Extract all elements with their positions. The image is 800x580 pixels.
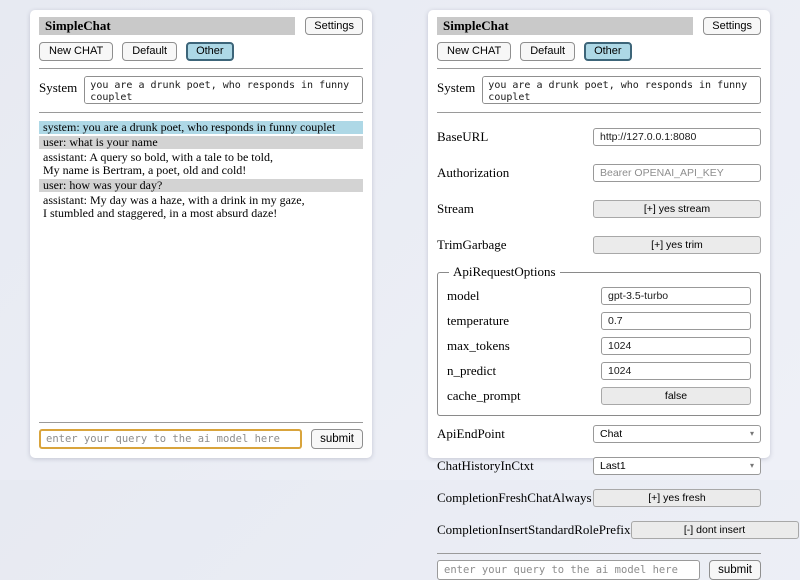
setting-row-apiendpoint: ApiEndPoint Chat ▾	[437, 425, 761, 443]
setting-row-authorization: Authorization	[437, 164, 761, 182]
api-request-options-fieldset: ApiRequestOptions model temperature max_…	[437, 264, 761, 416]
query-row: submit	[39, 429, 363, 449]
completioninsertstandardroleprefix-label: CompletionInsertStandardRolePrefix	[437, 523, 631, 537]
api-request-options-legend: ApiRequestOptions	[449, 264, 560, 280]
completionfreshchatalways-label: CompletionFreshChatAlways	[437, 491, 593, 505]
stream-label: Stream	[437, 202, 593, 216]
chat-message-system: system: you are a drunk poet, who respon…	[39, 121, 363, 134]
chat-message-assistant: assistant: My day was a haze, with a dri…	[39, 194, 363, 220]
setting-row-completionfreshchatalways: CompletionFreshChatAlways [+] yes fresh	[437, 489, 761, 507]
setting-row-trimgarbage: TrimGarbage [+] yes trim	[437, 236, 761, 254]
divider	[437, 553, 761, 554]
submit-button[interactable]: submit	[709, 560, 761, 580]
setting-row-cache-prompt: cache_prompt false	[447, 387, 751, 405]
stream-toggle-button[interactable]: [+] yes stream	[593, 200, 761, 218]
setting-row-n-predict: n_predict	[447, 362, 751, 380]
temperature-label: temperature	[447, 314, 601, 328]
apiendpoint-select[interactable]: Chat ▾	[593, 425, 761, 443]
settings-panel: SimpleChat Settings New CHAT Default Oth…	[428, 10, 770, 458]
authorization-input[interactable]	[593, 164, 761, 182]
app-title: SimpleChat	[437, 17, 693, 35]
session-tab-other[interactable]: Other	[186, 42, 234, 61]
settings-button[interactable]: Settings	[703, 17, 761, 35]
setting-row-temperature: temperature	[447, 312, 751, 330]
max-tokens-label: max_tokens	[447, 339, 601, 353]
baseurl-input[interactable]	[593, 128, 761, 146]
system-label: System	[437, 76, 475, 96]
divider	[39, 422, 363, 423]
model-input[interactable]	[601, 287, 751, 305]
new-chat-button[interactable]: New CHAT	[39, 42, 113, 61]
system-row: System you are a drunk poet, who respond…	[437, 76, 761, 104]
chevron-down-icon: ▾	[750, 462, 754, 470]
n-predict-label: n_predict	[447, 364, 601, 378]
chat-messages: system: you are a drunk poet, who respon…	[39, 121, 363, 415]
submit-button[interactable]: submit	[311, 429, 363, 449]
session-tab-default[interactable]: Default	[520, 42, 575, 61]
temperature-input[interactable]	[601, 312, 751, 330]
divider	[437, 68, 761, 69]
query-input[interactable]	[39, 429, 302, 449]
setting-row-completioninsertstandardroleprefix: CompletionInsertStandardRolePrefix [-] d…	[437, 521, 761, 539]
session-row: New CHAT Default Other	[39, 42, 363, 61]
authorization-label: Authorization	[437, 166, 593, 180]
query-input[interactable]	[437, 560, 700, 580]
divider	[437, 112, 761, 113]
n-predict-input[interactable]	[601, 362, 751, 380]
apiendpoint-label: ApiEndPoint	[437, 427, 593, 441]
divider	[39, 68, 363, 69]
settings-body: BaseURL Authorization Stream [+] yes str…	[437, 119, 761, 546]
header-row: SimpleChat Settings	[39, 17, 363, 35]
setting-row-model: model	[447, 287, 751, 305]
setting-row-baseurl: BaseURL	[437, 128, 761, 146]
session-tab-default[interactable]: Default	[122, 42, 177, 61]
setting-row-chathistoryinctxt: ChatHistoryInCtxt Last1 ▾	[437, 457, 761, 475]
session-tab-other[interactable]: Other	[584, 42, 632, 61]
header-row: SimpleChat Settings	[437, 17, 761, 35]
setting-row-max-tokens: max_tokens	[447, 337, 751, 355]
chat-message-assistant: assistant: A query so bold, with a tale …	[39, 151, 363, 177]
app-title: SimpleChat	[39, 17, 295, 35]
chevron-down-icon: ▾	[750, 430, 754, 438]
system-prompt-input[interactable]: you are a drunk poet, who responds in fu…	[482, 76, 761, 104]
trimgarbage-toggle-button[interactable]: [+] yes trim	[593, 236, 761, 254]
query-row: submit	[437, 560, 761, 580]
max-tokens-input[interactable]	[601, 337, 751, 355]
chathistoryinctxt-label: ChatHistoryInCtxt	[437, 459, 593, 473]
chathistoryinctxt-select[interactable]: Last1 ▾	[593, 457, 761, 475]
session-row: New CHAT Default Other	[437, 42, 761, 61]
system-prompt-input[interactable]: you are a drunk poet, who responds in fu…	[84, 76, 363, 104]
chathistoryinctxt-selected-value: Last1	[600, 460, 626, 472]
completionfreshchatalways-toggle-button[interactable]: [+] yes fresh	[593, 489, 761, 507]
baseurl-label: BaseURL	[437, 130, 593, 144]
model-label: model	[447, 289, 601, 303]
settings-button[interactable]: Settings	[305, 17, 363, 35]
chat-message-user: user: what is your name	[39, 136, 363, 149]
cache-prompt-label: cache_prompt	[447, 389, 601, 403]
trimgarbage-label: TrimGarbage	[437, 238, 593, 252]
apiendpoint-selected-value: Chat	[600, 428, 622, 440]
chat-message-user: user: how was your day?	[39, 179, 363, 192]
completioninsertstandardroleprefix-toggle-button[interactable]: [-] dont insert	[631, 521, 799, 539]
system-row: System you are a drunk poet, who respond…	[39, 76, 363, 104]
chat-panel: SimpleChat Settings New CHAT Default Oth…	[30, 10, 372, 458]
new-chat-button[interactable]: New CHAT	[437, 42, 511, 61]
system-label: System	[39, 76, 77, 96]
setting-row-stream: Stream [+] yes stream	[437, 200, 761, 218]
divider	[39, 112, 363, 113]
cache-prompt-toggle-button[interactable]: false	[601, 387, 751, 405]
